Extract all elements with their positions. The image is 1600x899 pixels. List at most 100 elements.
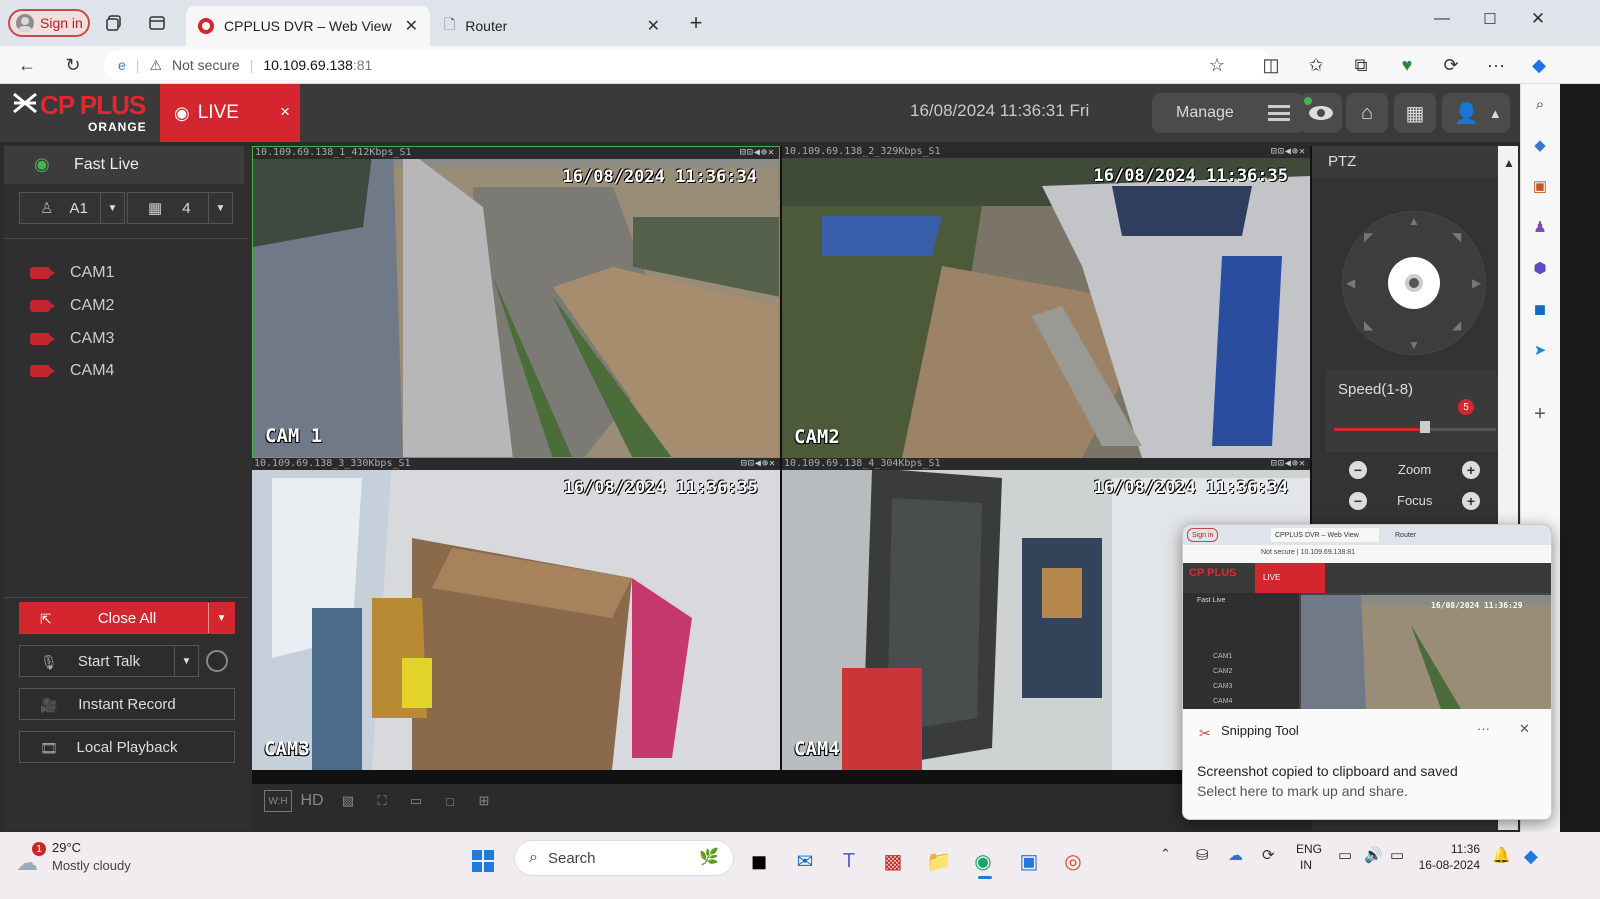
taskbar-search[interactable]: ⌕ Search 🌿 — [514, 840, 734, 876]
video-tile-cam3[interactable]: 10.109.69.138_3_330Kbps_S1 ⊟⊡◀⊕✕ 16/08/20… — [252, 458, 780, 770]
fast-live-header[interactable]: ◉ Fast Live — [4, 146, 244, 184]
extension-icon[interactable]: ♥ — [1390, 48, 1424, 82]
tile-controls-icon[interactable]: ⊟⊡◀⊕✕ — [1271, 458, 1306, 470]
live-tab[interactable]: ◉ LIVE × — [160, 84, 300, 142]
sidebar-games-icon[interactable]: ♟ — [1530, 217, 1550, 237]
ptz-right-icon[interactable]: ▶ — [1472, 276, 1481, 290]
ptz-left-icon[interactable]: ◀ — [1346, 276, 1355, 290]
split-screen-icon[interactable]: ◫ — [1254, 48, 1288, 82]
close-all-button[interactable]: ⇱ Close All ▼ — [19, 602, 235, 634]
stream-switch-icon[interactable]: ▧ — [334, 790, 362, 812]
store-icon[interactable]: ▣ — [1014, 846, 1044, 876]
tab-close-icon[interactable]: ✕ — [647, 16, 660, 36]
edge-browser-icon[interactable]: ◉ — [968, 846, 998, 876]
maximize-icon[interactable]: ☐ — [1474, 3, 1506, 35]
snipping-tool-notification[interactable]: Sign in CPPLUS DVR – Web View Router Not… — [1182, 524, 1552, 820]
lang-bottom[interactable]: IN — [1300, 858, 1312, 872]
teams-icon[interactable]: T — [834, 846, 864, 876]
local-playback-button[interactable]: 🎞 Local Playback — [19, 731, 235, 763]
back-icon[interactable]: ← — [10, 48, 44, 82]
task-view-icon[interactable]: ◼ — [744, 846, 774, 876]
zoom-out-button[interactable]: − — [1349, 461, 1367, 479]
window-icon[interactable]: ▭ — [402, 790, 430, 812]
lang-top[interactable]: ENG — [1296, 842, 1322, 856]
copilot-icon[interactable]: ◆ — [1522, 48, 1556, 82]
address-bar[interactable]: e | ⚠ Not secure | 10.109.69.138:81 — [104, 50, 1274, 80]
home-icon[interactable]: ⌂ — [1346, 93, 1388, 133]
onedrive-icon[interactable]: ☁ — [1228, 846, 1243, 864]
zoom-in-button[interactable]: + — [1462, 461, 1480, 479]
clock-time[interactable]: 11:36 — [1430, 842, 1480, 856]
show-hidden-icons[interactable]: ⌃ — [1160, 846, 1171, 862]
favorites-icon[interactable]: ✩ — [1299, 48, 1333, 82]
refresh-icon[interactable]: ↻ — [56, 48, 90, 82]
sidebar-m365-icon[interactable]: ⬢ — [1530, 258, 1550, 278]
weather-widget[interactable]: ☁ 1 — [16, 842, 48, 875]
camera-list-item[interactable]: CAM2 — [30, 297, 114, 315]
window-close-icon[interactable]: ✕ — [1522, 3, 1554, 35]
file-explorer-icon[interactable]: 📁 — [924, 846, 954, 876]
sidebar-outlook-icon[interactable]: ◼ — [1530, 299, 1550, 319]
video-tile-cam1[interactable]: 10.109.69.138_1_412Kbps_S1 ⊟⊡◀⊕✕ 16/08/20… — [252, 146, 780, 458]
sidebar-send-icon[interactable]: ➤ — [1530, 340, 1550, 360]
network-icon[interactable]: ▭ — [1338, 846, 1352, 864]
camera-list-item[interactable]: CAM1 — [30, 264, 114, 282]
chevron-down-icon[interactable]: ▼ — [208, 603, 234, 633]
quad-view-icon[interactable]: ⊞ — [470, 790, 498, 812]
instant-record-button[interactable]: 🎥 Instant Record — [19, 688, 235, 720]
focus-out-button[interactable]: − — [1349, 492, 1367, 510]
user-menu[interactable]: 👤 ▲ — [1442, 93, 1510, 133]
tab-router[interactable]: 🗋 Router ✕ — [432, 6, 672, 46]
sidebar-add-icon[interactable]: + — [1530, 403, 1550, 425]
tile-controls-icon[interactable]: ⊟⊡◀⊕✕ — [740, 147, 775, 159]
workspaces-icon[interactable] — [98, 7, 130, 39]
collections-icon[interactable]: ⧉ — [1344, 48, 1378, 82]
new-tab-icon[interactable]: + — [680, 7, 712, 39]
fit-screen-icon[interactable]: ⛶ — [368, 790, 396, 812]
hd-button[interactable]: HD — [298, 790, 326, 812]
tile-controls-icon[interactable]: ⊟⊡◀⊕✕ — [1271, 146, 1306, 158]
start-button[interactable] — [468, 846, 498, 876]
chevron-down-icon[interactable]: ▼ — [174, 646, 198, 676]
aspect-ratio-button[interactable]: W:H — [264, 790, 292, 812]
ptz-down-left-icon[interactable]: ◣ — [1364, 318, 1373, 332]
notifications-icon[interactable]: 🔔 — [1492, 846, 1511, 864]
single-view-icon[interactable]: □ — [436, 790, 464, 812]
battery-icon[interactable]: ▭ — [1390, 846, 1404, 864]
volume-icon[interactable]: 🔊 — [1364, 846, 1383, 864]
screenshot-thumbnail[interactable]: Sign in CPPLUS DVR – Web View Router Not… — [1183, 525, 1551, 709]
ptz-up-left-icon[interactable]: ◤ — [1364, 230, 1373, 244]
minimize-icon[interactable]: — — [1426, 3, 1458, 35]
more-options-icon[interactable]: ··· — [1479, 48, 1513, 82]
start-talk-button[interactable]: 🎙 Start Talk ▼ — [19, 645, 199, 677]
tab-cpplus[interactable]: CPPLUS DVR – Web View ✕ — [186, 6, 430, 46]
app-icon[interactable]: ▩ — [878, 846, 908, 876]
chrome-icon[interactable]: ◎ — [1058, 846, 1088, 876]
snip-close-icon[interactable]: ✕ — [1519, 721, 1530, 737]
more-options-icon[interactable]: ··· — [1477, 721, 1490, 736]
ptz-down-right-icon[interactable]: ◢ — [1452, 318, 1461, 332]
tab-close-icon[interactable]: ✕ — [405, 16, 418, 36]
ptz-up-icon[interactable]: ▲ — [1408, 214, 1420, 228]
sidebar-tools-icon[interactable]: ▣ — [1530, 176, 1550, 196]
qr-code-icon[interactable]: ▦ — [1394, 93, 1436, 133]
speed-slider-thumb[interactable] — [1419, 421, 1430, 433]
tab-actions-icon[interactable] — [141, 7, 173, 39]
sync-icon[interactable]: ⟳ — [1262, 846, 1275, 864]
camera-list-item[interactable]: CAM4 — [30, 362, 114, 380]
manage-button[interactable]: Manage — [1152, 93, 1304, 133]
favorite-star-icon[interactable]: ☆ — [1200, 48, 1234, 82]
outlook-icon[interactable]: ✉ — [790, 846, 820, 876]
sidebar-tag-icon[interactable]: ◆ — [1530, 135, 1550, 155]
live-view-icon[interactable] — [1300, 93, 1342, 133]
tray-icon[interactable]: ⛁ — [1196, 846, 1209, 864]
sidebar-search-icon[interactable]: ⌕ — [1530, 94, 1550, 114]
focus-in-button[interactable]: + — [1462, 492, 1480, 510]
camera-list-item[interactable]: CAM3 — [30, 330, 114, 348]
sign-in-button[interactable]: Sign in — [8, 9, 90, 37]
copilot-taskbar-icon[interactable]: ◆ — [1524, 846, 1538, 867]
browser-essentials-icon[interactable]: ⟳ — [1434, 48, 1468, 82]
ptz-up-right-icon[interactable]: ◥ — [1452, 230, 1461, 244]
layout-select[interactable]: ▦ 4 ▼ — [127, 192, 233, 224]
ptz-down-icon[interactable]: ▼ — [1408, 338, 1420, 352]
